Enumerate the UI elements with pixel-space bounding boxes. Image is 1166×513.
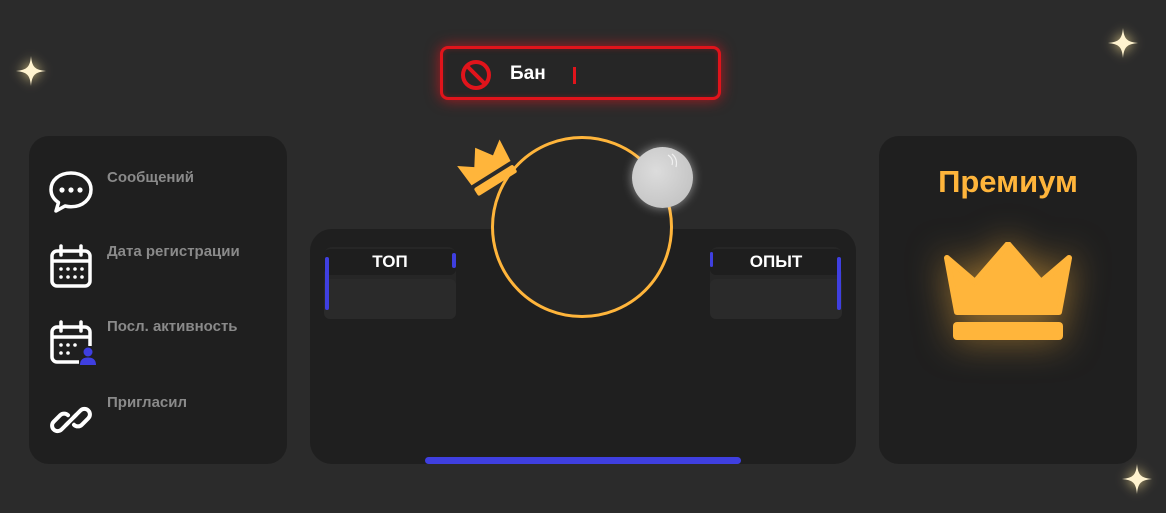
calendar-icon [47,242,95,290]
info-label-invited-by: Пригласил [107,394,188,411]
info-label-last-activity: Посл. активность [107,318,238,335]
sparkle-icon [14,54,48,88]
info-label-registration: Дата регистрации [107,243,240,260]
info-label-messages: Сообщений [107,169,194,186]
crown-icon [943,241,1073,346]
ban-label: Бан [510,63,546,84]
link-icon [47,396,95,444]
accent-bar-left [325,257,329,310]
stat-top-value [324,279,456,319]
info-item-invited-by: Пригласил [29,392,287,452]
accent-bar-exp-left [710,252,713,267]
accent-bar-right [837,257,841,310]
info-item-registration: Дата регистрации [29,240,287,300]
stat-exp-label: ОПЫТ [710,249,842,275]
calendar-user-icon [47,318,99,366]
stat-top-label: ТОП [324,249,456,275]
sparkle-icon [1106,26,1140,60]
ban-icon [460,59,492,91]
sparkle-icon [1120,462,1154,496]
accent-bar-top-right [452,253,456,268]
chat-bubble-icon [47,168,95,216]
status-indicator [632,147,693,208]
premium-title: Премиум [938,164,1078,199]
ban-badge[interactable]: Бан [440,46,721,100]
crown-icon [452,124,528,200]
info-item-messages: Сообщений [29,166,287,226]
text-cursor [573,67,576,84]
stat-exp: ОПЫТ [710,247,842,319]
premium-panel[interactable]: Премиум [879,136,1137,464]
profile-info-panel: Сообщений Дата регистрации Посл. активно… [29,136,287,464]
progress-bar [425,457,741,464]
stat-exp-value [710,279,842,319]
info-item-last-activity: Посл. активность [29,316,287,376]
stat-top: ТОП [324,247,456,319]
